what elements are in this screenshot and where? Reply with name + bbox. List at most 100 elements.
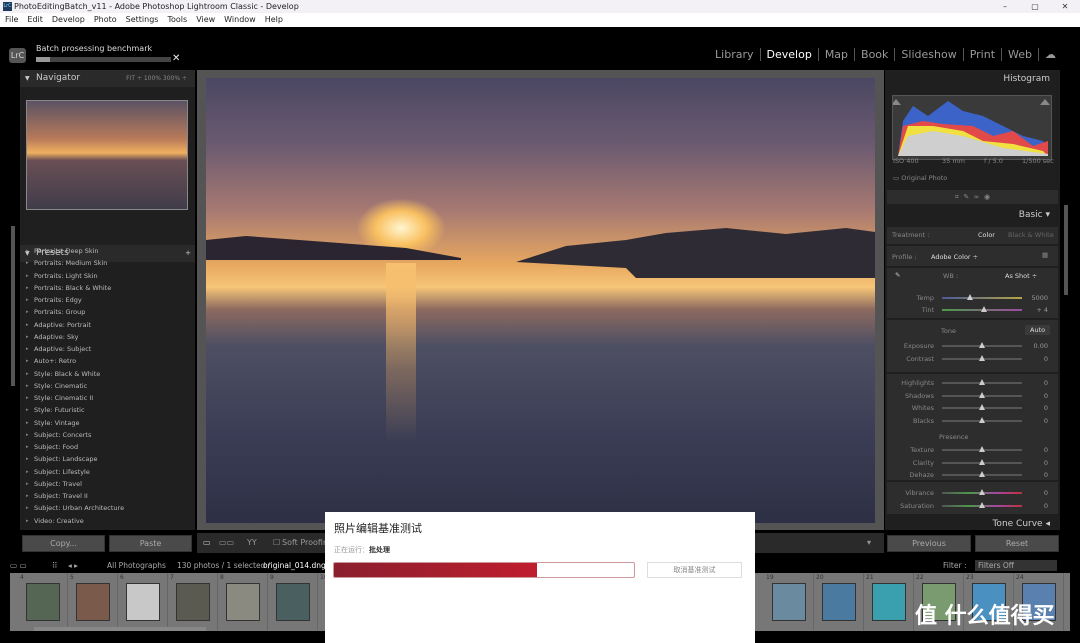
slider-knob[interactable] <box>979 404 985 411</box>
preset-item[interactable]: Style: Black & White <box>20 368 195 381</box>
back-icon[interactable]: ◂ ▸ <box>68 558 78 573</box>
preset-item[interactable]: Adaptive: Portrait <box>20 319 195 332</box>
menu-edit[interactable]: Edit <box>27 13 43 27</box>
module-web[interactable]: Web <box>1002 48 1039 61</box>
module-slideshow[interactable]: Slideshow <box>895 48 964 61</box>
auto-button[interactable]: Auto <box>1025 325 1051 335</box>
minimize-button[interactable]: – <box>990 0 1020 13</box>
highlights-slider[interactable] <box>942 379 1022 385</box>
preset-item[interactable]: Subject: Urban Architecture <box>20 502 195 515</box>
thumbnail[interactable] <box>822 583 856 621</box>
menu-file[interactable]: File <box>5 13 18 27</box>
thumbnail[interactable] <box>276 583 310 621</box>
profile-browser-icon[interactable]: ▦ <box>1042 251 1048 259</box>
histogram-title[interactable]: Histogram <box>1003 74 1050 84</box>
filter-select[interactable]: Filters Off <box>975 560 1057 571</box>
navigator-header[interactable]: ▼ Navigator FIT ÷ 100% 300% ÷ <box>20 70 195 87</box>
redeye-icon[interactable]: ∞ <box>974 193 980 201</box>
tint-value[interactable]: + 4 <box>1036 306 1048 314</box>
slider-knob[interactable] <box>979 489 985 495</box>
preset-item[interactable]: Subject: Food <box>20 441 195 454</box>
file-name[interactable]: original_014.dng <box>263 558 326 573</box>
menu-help[interactable]: Help <box>265 13 283 27</box>
reset-button[interactable]: Reset <box>975 535 1059 552</box>
filmstrip-frame[interactable]: 9 <box>268 573 318 631</box>
texture-value[interactable]: 0 <box>1044 446 1048 454</box>
paste-button[interactable]: Paste <box>109 535 192 552</box>
slider-knob[interactable] <box>980 306 987 312</box>
slider-knob[interactable] <box>967 294 973 300</box>
histogram[interactable] <box>891 95 1052 160</box>
slider-knob[interactable] <box>979 501 985 508</box>
profile-select[interactable]: Adobe Color ÷ <box>931 253 978 261</box>
preset-item[interactable]: Portraits: Edgy <box>20 294 195 307</box>
menu-develop[interactable]: Develop <box>52 13 85 27</box>
filmstrip-frame[interactable]: 8 <box>218 573 268 631</box>
previous-button[interactable]: Previous <box>887 535 971 552</box>
preset-item[interactable]: Auto+: Retro <box>20 355 195 368</box>
preset-item[interactable]: Subject: Lifestyle <box>20 466 195 479</box>
filmstrip-frame[interactable]: 7 <box>168 573 218 631</box>
preset-item[interactable]: Subject: Concerts <box>20 429 195 442</box>
basic-title[interactable]: Basic ▾ <box>1019 210 1050 220</box>
filmstrip-frame[interactable]: 6 <box>118 573 168 631</box>
module-develop[interactable]: Develop <box>761 48 819 61</box>
maximize-button[interactable]: ▢ <box>1020 0 1050 13</box>
thumbnail[interactable] <box>772 583 806 621</box>
preset-item[interactable]: Adaptive: Sky <box>20 331 195 344</box>
slider-knob[interactable] <box>979 391 985 398</box>
menu-tools[interactable]: Tools <box>167 13 187 27</box>
tone-curve-header[interactable]: Tone Curve ◂ <box>992 519 1050 529</box>
dehaze-slider[interactable] <box>942 471 1022 477</box>
slider-knob[interactable] <box>979 417 985 424</box>
thumbnail[interactable] <box>226 583 260 621</box>
grid-icon[interactable]: ⠿ <box>52 558 58 573</box>
saturation-value[interactable]: 0 <box>1044 502 1048 510</box>
source-label[interactable]: All Photographs <box>107 558 166 573</box>
menu-settings[interactable]: Settings <box>126 13 159 27</box>
clarity-slider[interactable] <box>942 458 1022 465</box>
crop-icon[interactable]: ⌗ <box>955 193 959 201</box>
filmstrip-frame[interactable]: 4 <box>18 573 68 631</box>
menu-window[interactable]: Window <box>224 13 256 27</box>
exposure-value[interactable]: 0.00 <box>1034 342 1048 350</box>
filmstrip-frame[interactable]: 21 <box>864 573 914 631</box>
copy-button[interactable]: Copy... <box>22 535 105 552</box>
cancel-benchmark-button[interactable]: 取消基准测试 <box>647 562 742 578</box>
preset-item[interactable]: Style: Vintage <box>20 417 195 430</box>
clarity-value[interactable]: 0 <box>1044 459 1048 467</box>
module-map[interactable]: Map <box>819 48 856 61</box>
temp-slider[interactable] <box>942 294 1022 300</box>
slider-knob[interactable] <box>979 379 985 385</box>
preset-item[interactable]: Style: Futuristic <box>20 404 195 417</box>
filmstrip-scrollbar[interactable] <box>34 627 206 631</box>
preset-item[interactable]: Video: Creative <box>20 515 195 528</box>
thumbnail[interactable] <box>176 583 210 621</box>
filmstrip-frame[interactable]: 20 <box>814 573 864 631</box>
temp-value[interactable]: 5000 <box>1031 294 1048 302</box>
preset-item[interactable]: Subject: Travel <box>20 478 195 491</box>
whites-slider[interactable] <box>942 404 1022 411</box>
vibrance-value[interactable]: 0 <box>1044 489 1048 497</box>
cloud-sync-icon[interactable]: ☁ <box>1039 48 1062 61</box>
preset-item[interactable]: Portraits: Deep Skin <box>20 245 195 258</box>
shadows-slider[interactable] <box>942 391 1022 398</box>
eyedropper-icon[interactable]: ✎ <box>895 271 900 279</box>
window-1-icon[interactable]: ▭ ▭ <box>10 558 27 573</box>
slider-knob[interactable] <box>979 471 985 477</box>
before-after-icon[interactable]: YY <box>247 533 257 553</box>
menu-photo[interactable]: Photo <box>94 13 117 27</box>
thumbnail[interactable] <box>26 583 60 621</box>
preset-item[interactable]: Portraits: Black & White <box>20 282 195 295</box>
filmstrip-frame[interactable]: 19 <box>764 573 814 631</box>
left-scrollbar[interactable] <box>11 226 15 386</box>
thumbnail[interactable] <box>872 583 906 621</box>
wb-select[interactable]: As Shot ÷ <box>1005 272 1037 280</box>
highlights-value[interactable]: 0 <box>1044 379 1048 387</box>
preset-item[interactable]: Style: Cinematic <box>20 380 195 393</box>
compare-view-icon[interactable]: ▭▭ <box>219 533 234 553</box>
tint-slider[interactable] <box>942 306 1022 312</box>
photo-sunset[interactable] <box>206 78 875 523</box>
preset-item[interactable]: Adaptive: Subject <box>20 343 195 356</box>
contrast-value[interactable]: 0 <box>1044 355 1048 363</box>
